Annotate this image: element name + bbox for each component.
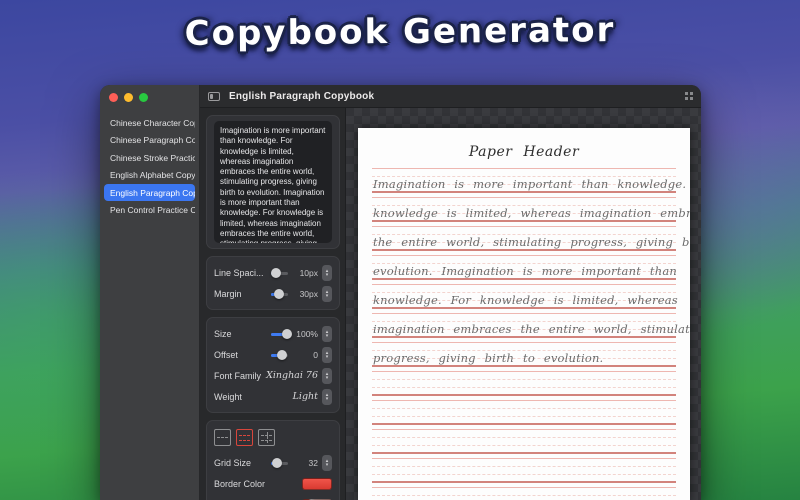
gallery-grid-icon[interactable] [685, 92, 693, 100]
font-card: Size 100% ▴ ▾ Offset 0 ▴ ▾ Font Family X… [206, 317, 340, 413]
slider-thumb[interactable] [281, 328, 292, 339]
copybook-paper: Paper Header Imagination is more importa… [358, 128, 690, 500]
grid-size-value: 32 [308, 457, 318, 468]
window-title: English Paragraph Copybook [229, 90, 375, 102]
close-button[interactable] [109, 93, 118, 102]
copybook-text-line: imagination embraces the entire world, s… [373, 322, 690, 336]
weight-label: Weight [214, 391, 242, 402]
slider-thumb[interactable] [271, 457, 282, 468]
ruled-row [372, 487, 676, 500]
font-family-value: Xinghai 76 [266, 370, 318, 381]
slider-thumb[interactable] [273, 288, 284, 299]
copybook-text-line: the entire world, stimulating progress, … [373, 235, 690, 249]
sidebar-item-english-alphabet[interactable]: English Alphabet Copyb... [104, 167, 195, 184]
offset-stepper[interactable]: ▴ ▾ [322, 346, 332, 363]
margin-label: Margin [214, 288, 242, 299]
text-input-card: Imagination is more important than knowl… [206, 115, 340, 249]
ruled-row: Imagination is more important than knowl… [372, 168, 690, 193]
ruled-row: imagination embraces the entire world, s… [372, 313, 690, 338]
margin-slider[interactable] [271, 288, 288, 300]
offset-slider[interactable] [271, 349, 288, 361]
margin-stepper[interactable]: ▴ ▾ [322, 285, 332, 302]
ruled-row [372, 429, 676, 454]
ruled-row: knowledge. For knowledge is limited, whe… [372, 284, 678, 309]
app-banner-title: Copybook Generator [184, 10, 616, 54]
sidebar-item-pen-control[interactable]: Pen Control Practice C... [104, 202, 195, 219]
weight-dropdown[interactable]: ▴ ▾ [322, 388, 332, 405]
offset-control: Offset 0 ▴ ▾ [214, 344, 332, 365]
margin-control: Margin 30px ▴ ▾ [214, 283, 332, 304]
ruled-row: knowledge is limited, whereas imaginatio… [372, 197, 690, 222]
size-stepper[interactable]: ▴ ▾ [322, 325, 332, 342]
grid-type-single-line-icon[interactable] [214, 429, 231, 446]
grid-type-cross-line-icon[interactable] [258, 429, 275, 446]
traffic-lights [100, 85, 199, 110]
ruled-row [372, 458, 676, 483]
grid-card: Grid Size 32 ▴▾ Border Color Line Color [206, 420, 340, 500]
copybook-text-line: evolution. Imagination is more important… [373, 264, 677, 278]
app-window: Chinese Character Cop... Chinese Paragra… [100, 85, 701, 500]
sidebar-list: Chinese Character Cop... Chinese Paragra… [100, 110, 199, 223]
sidebar: Chinese Character Cop... Chinese Paragra… [100, 85, 200, 500]
ruled-row: the entire world, stimulating progress, … [372, 226, 690, 251]
size-control: Size 100% ▴ ▾ [214, 323, 332, 344]
ruled-row: progress, giving birth to evolution. [372, 342, 676, 367]
grid-size-slider[interactable] [271, 457, 288, 469]
margin-value: 30px [299, 288, 318, 299]
minimize-button[interactable] [124, 93, 133, 102]
font-family-dropdown[interactable]: ▴ ▾ [322, 367, 332, 384]
line-spacing-stepper[interactable]: ▴ ▾ [322, 264, 332, 281]
line-spacing-label: Line Spaci... [214, 267, 264, 278]
ruled-row [372, 400, 676, 425]
grid-size-label: Grid Size [214, 457, 252, 468]
copybook-text-input[interactable]: Imagination is more important than knowl… [214, 121, 332, 243]
weight-value: Light [292, 391, 318, 402]
border-color-label: Border Color [214, 478, 266, 489]
border-color-control: Border Color [214, 473, 332, 494]
copybook-text-line: knowledge is limited, whereas imaginatio… [373, 206, 690, 220]
line-spacing-slider[interactable] [271, 267, 288, 279]
slider-thumb[interactable] [276, 349, 287, 360]
font-family-label: Font Family [214, 370, 262, 381]
spacing-card: Line Spaci... 10px ▴ ▾ Margin 30px ▴ ▾ [206, 256, 340, 310]
line-color-control: Line Color [214, 494, 332, 500]
size-value: 100% [296, 328, 318, 339]
preview-area: Paper Header Imagination is more importa… [345, 108, 701, 500]
ruled-row [372, 371, 676, 396]
grid-type-selector [214, 426, 332, 452]
control-panel: Imagination is more important than knowl… [200, 108, 345, 500]
main-area: English Paragraph Copybook Imagination i… [200, 85, 701, 500]
zoom-button[interactable] [139, 93, 148, 102]
title-bar: English Paragraph Copybook [200, 85, 701, 108]
weight-control: Weight Light ▴ ▾ [214, 386, 332, 407]
ruled-row: evolution. Imagination is more important… [372, 255, 677, 280]
grid-size-control: Grid Size 32 ▴ ▾ [214, 452, 332, 473]
line-spacing-value: 10px [299, 267, 318, 278]
grid-type-double-line-icon[interactable] [236, 429, 253, 446]
offset-value: 0 [313, 349, 318, 360]
size-label: Size [214, 328, 232, 339]
copybook-text-line: knowledge. For knowledge is limited, whe… [373, 293, 678, 307]
sidebar-item-english-paragraph[interactable]: English Paragraph Copy... [104, 184, 195, 201]
copybook-text-line: Imagination is more important than knowl… [373, 177, 690, 191]
sidebar-item-chinese-stroke[interactable]: Chinese Stroke Practic... [104, 149, 195, 166]
ruled-lines: Imagination is more important than knowl… [372, 168, 690, 500]
offset-label: Offset [214, 349, 238, 360]
sidebar-item-chinese-character[interactable]: Chinese Character Cop... [104, 114, 195, 131]
grid-size-stepper[interactable]: ▴ ▾ [322, 454, 332, 471]
copybook-text-line: progress, giving birth to evolution. [373, 351, 604, 365]
sidebar-item-chinese-paragraph[interactable]: Chinese Paragraph Cop... [104, 132, 195, 149]
border-color-swatch[interactable] [302, 477, 332, 490]
sidebar-toggle-icon[interactable] [208, 91, 220, 101]
size-slider[interactable] [271, 328, 292, 340]
paper-header: Paper Header [468, 144, 580, 160]
slider-thumb[interactable] [271, 267, 282, 278]
line-spacing-control: Line Spaci... 10px ▴ ▾ [214, 262, 332, 283]
font-family-control: Font Family Xinghai 76 ▴ ▾ [214, 365, 332, 386]
